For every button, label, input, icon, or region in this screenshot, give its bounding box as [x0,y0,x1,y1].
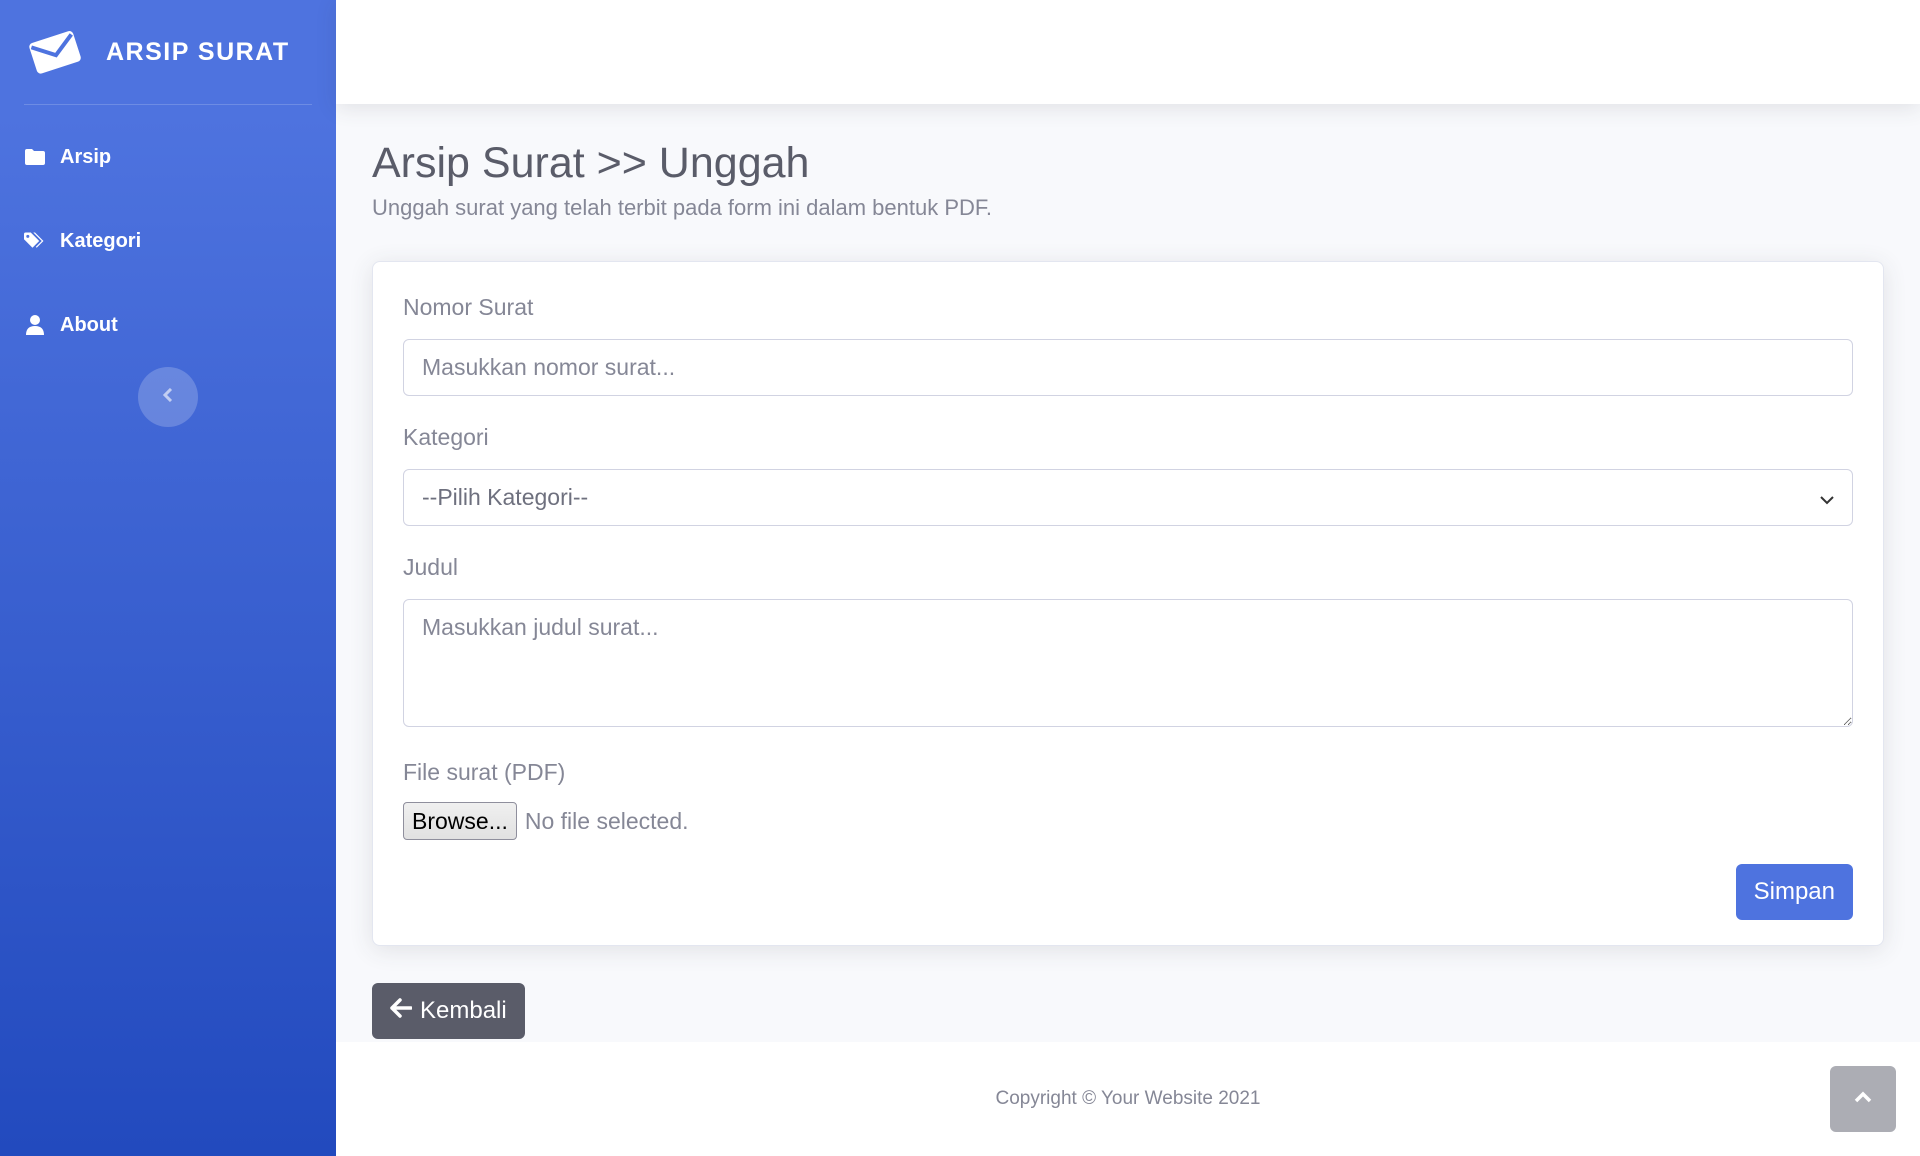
sidebar: ARSIP SURAT Arsip Kategori About [0,0,336,1156]
sidebar-item-label: Kategori [60,229,142,252]
folder-icon [24,149,46,165]
sidebar-item-arsip[interactable]: Arsip [0,115,336,199]
form-actions: Simpan [403,864,1853,921]
chevron-down-icon [1820,484,1834,511]
copyright-text: Copyright © Your Website 2021 [995,1088,1261,1109]
file-status: No file selected. [524,807,689,834]
page-content: Arsip Surat >> Unggah Unggah surat yang … [336,104,1920,1042]
sidebar-item-kategori[interactable]: Kategori [0,199,336,283]
nomor-surat-input[interactable] [403,339,1853,397]
judul-textarea[interactable] [403,599,1853,728]
browse-button[interactable]: Browse... [403,802,517,841]
arrow-left-icon [390,997,413,1025]
sidebar-item-label: About [60,313,118,336]
scroll-to-top-button[interactable] [1830,1066,1896,1132]
nomor-surat-label: Nomor Surat [403,294,534,321]
page-subtitle: Unggah surat yang telah terbit pada form… [372,195,993,221]
user-icon [24,315,46,335]
page-title: Arsip Surat >> Unggah [372,139,810,187]
back-row: Kembali [372,983,1884,1040]
chevron-left-icon [162,387,174,407]
main-area: Arsip Surat >> Unggah Unggah surat yang … [336,0,1920,1156]
file-surat-label: File surat (PDF) [403,759,566,786]
sidebar-toggle-button[interactable] [138,367,198,427]
file-input: Browse... No file selected. [403,802,1853,841]
app-root: ARSIP SURAT Arsip Kategori About Arsip S… [0,0,1920,1156]
sidebar-divider [24,104,312,105]
judul-label: Judul [403,554,458,581]
sidebar-nav: Arsip Kategori About [0,115,336,367]
topbar [336,0,1920,104]
tags-icon [24,231,46,251]
sidebar-brand[interactable]: ARSIP SURAT [0,0,336,104]
kembali-label: Kembali [420,997,507,1025]
simpan-button[interactable]: Simpan [1735,864,1853,921]
upload-form-card: Nomor Surat Kategori --Pilih Kategori-- … [372,261,1884,947]
brand-title: ARSIP SURAT [106,37,290,66]
sidebar-toggle-wrap [0,367,336,427]
kembali-button[interactable]: Kembali [372,983,525,1040]
footer: Copyright © Your Website 2021 [336,1042,1920,1156]
sidebar-item-label: Arsip [60,145,112,168]
kategori-selected-value: --Pilih Kategori-- [422,484,589,511]
kategori-label: Kategori [403,424,489,451]
kategori-select[interactable]: --Pilih Kategori-- [403,469,1853,527]
sidebar-item-about[interactable]: About [0,283,336,367]
envelope-icon [28,27,84,77]
chevron-up-icon [1854,1090,1872,1108]
